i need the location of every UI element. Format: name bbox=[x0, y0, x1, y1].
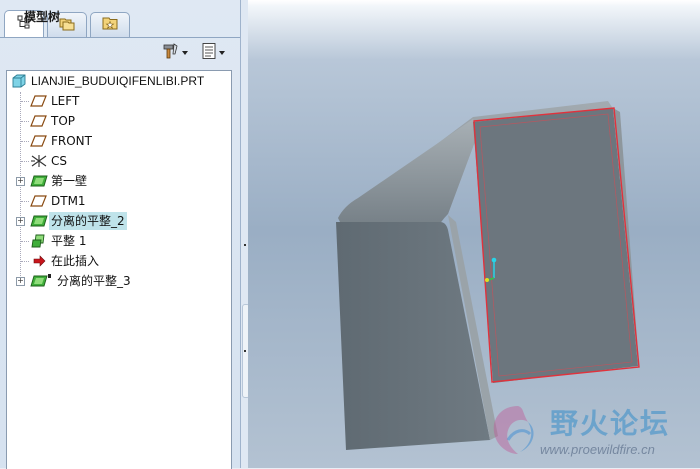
tree-item-first-wall[interactable]: + 第一壁 bbox=[7, 172, 231, 190]
tree-item-label: 第一壁 bbox=[51, 174, 88, 188]
tree-item-label: CS bbox=[51, 154, 67, 168]
tree-item-label: TOP bbox=[51, 114, 76, 128]
forum-watermark: 野火论坛 www.proewildfire.cn bbox=[240, 400, 668, 462]
tree-item-front[interactable]: FRONT bbox=[7, 132, 231, 150]
tree-root-item[interactable]: LIANJIE_BUDUIQIFENLIBI.PRT bbox=[7, 72, 231, 90]
forum-logo-icon bbox=[493, 406, 534, 454]
datum-plane-icon bbox=[30, 134, 48, 148]
datum-plane-icon bbox=[30, 94, 48, 108]
datum-plane-icon bbox=[30, 194, 48, 208]
tab-favorites[interactable] bbox=[90, 12, 130, 37]
right-wall-face bbox=[473, 108, 638, 383]
datum-plane-icon bbox=[30, 114, 48, 128]
tree-item-label: 在此插入 bbox=[51, 254, 100, 268]
tree-root-label: LIANJIE_BUDUIQIFENLIBI.PRT bbox=[31, 74, 205, 88]
tree-show-button[interactable] bbox=[198, 42, 228, 64]
model-tree-panel: 模型树 LIANJIE_BUDUIQIFENLIBI.PRT LEFT TOP … bbox=[0, 0, 241, 469]
coordinate-system-icon bbox=[30, 154, 48, 168]
sheetmetal-wall-icon bbox=[30, 214, 48, 228]
watermark-title: 野火论坛 bbox=[550, 407, 671, 440]
chevron-down-icon bbox=[219, 51, 225, 55]
tree-item-separate-flat-3[interactable]: + 分离的平整_3 bbox=[7, 272, 231, 290]
expand-icon[interactable]: + bbox=[16, 177, 25, 186]
tree-item-dtm1[interactable]: DTM1 bbox=[7, 192, 231, 210]
insert-here-arrow-icon bbox=[30, 254, 48, 268]
sheetmetal-wall-icon bbox=[30, 174, 48, 188]
part-3d-model bbox=[336, 101, 640, 450]
sheetmetal-wall-icon bbox=[30, 274, 51, 288]
watermark-url: www.proewildfire.cn bbox=[540, 442, 655, 457]
tree-item-label: LEFT bbox=[51, 94, 80, 108]
tree-item-label: 分离的平整_2 bbox=[49, 212, 127, 230]
favorites-icon bbox=[101, 15, 119, 36]
tree-item-separate-flat-2[interactable]: + 分离的平整_2 bbox=[7, 212, 231, 230]
bend-face bbox=[338, 119, 480, 232]
tree-settings-button[interactable] bbox=[160, 42, 190, 64]
tree-item-insert-here[interactable]: 在此插入 bbox=[7, 252, 231, 270]
folder-browser-icon bbox=[58, 15, 76, 36]
flat-wall-icon bbox=[30, 234, 48, 248]
show-list-icon bbox=[201, 42, 217, 65]
expand-icon[interactable]: + bbox=[16, 217, 25, 226]
tree-item-flat-1[interactable]: 平整 1 bbox=[7, 232, 231, 250]
hammer-settings-icon bbox=[162, 42, 180, 65]
graphics-viewport[interactable] bbox=[248, 0, 700, 468]
chevron-down-icon bbox=[182, 51, 188, 55]
model-tree-title: 模型树 bbox=[24, 10, 61, 24]
part-icon bbox=[12, 74, 30, 88]
expand-icon[interactable]: + bbox=[16, 277, 25, 286]
tree-item-label: FRONT bbox=[51, 134, 92, 148]
tree-item-cs[interactable]: CS bbox=[7, 152, 231, 170]
tree-item-label: DTM1 bbox=[51, 194, 86, 208]
tree-item-label: 平整 1 bbox=[51, 234, 87, 248]
tree-item-label: 分离的平整_3 bbox=[57, 274, 131, 288]
model-tree: LIANJIE_BUDUIQIFENLIBI.PRT LEFT TOP FRON… bbox=[6, 70, 232, 469]
tree-item-left[interactable]: LEFT bbox=[7, 92, 231, 110]
tree-item-top[interactable]: TOP bbox=[7, 112, 231, 130]
